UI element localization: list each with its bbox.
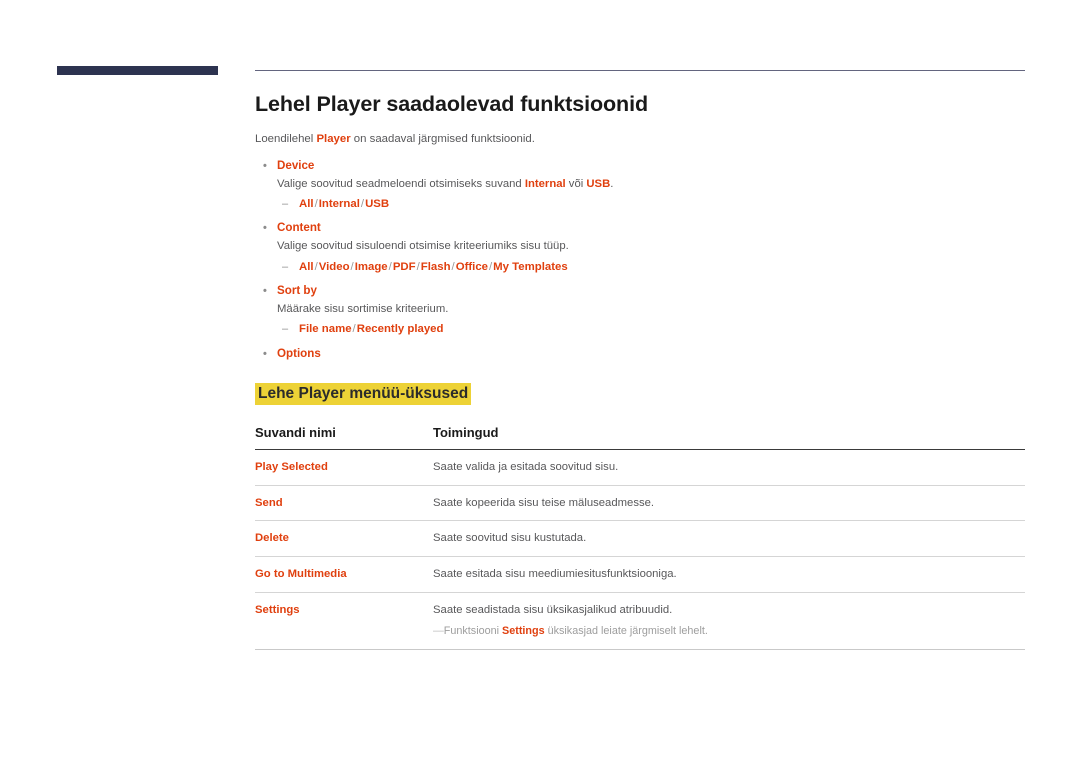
table-cell-description: Saate esitada sisu meediumiesitusfunktsi…	[433, 556, 1025, 594]
feature-name: Content	[277, 221, 321, 235]
table-cell-option-name: Delete	[255, 520, 433, 558]
feature-item-options: • Options	[255, 345, 1025, 363]
feature-name-row: • Device	[255, 157, 1025, 175]
feature-description: Määrake sisu sortimise kriteerium.	[277, 302, 449, 315]
option-value: Flash	[420, 260, 451, 273]
table-row: Go to Multimedia Saate esitada sisu meed…	[255, 556, 1025, 594]
navy-accent-bar	[57, 66, 218, 75]
table-header-row: Suvandi nimi Toimingud	[255, 424, 1025, 450]
desc-text-pre: Valige soovitud seadmeloendi otsimiseks …	[277, 177, 525, 190]
feature-name: Device	[277, 158, 315, 172]
option-value: Internal	[318, 198, 360, 211]
feature-list: • Device Valige soovitud seadmeloendi ot…	[255, 157, 1025, 363]
table-cell-description: Saate kopeerida sisu teise mäluseadmesse…	[433, 485, 1025, 522]
table-row: Play Selected Saate valida ja esitada so…	[255, 449, 1025, 486]
feature-description: Valige soovitud seadmeloendi otsimiseks …	[255, 176, 1025, 194]
sub-dash-icon: –	[282, 198, 289, 211]
option-value: Video	[318, 260, 350, 273]
option-value: Image	[354, 260, 388, 273]
table-row: Settings Saate seadistada sisu üksikasja…	[255, 592, 1025, 650]
table-cell-option-name: Settings	[255, 592, 433, 650]
intro-prefix: Loendilehel	[255, 132, 317, 145]
note-text-pre: Funktsiooni	[443, 625, 503, 638]
table-cell-description-settings: Saate seadistada sisu üksikasjalikud atr…	[433, 592, 1025, 650]
bullet-icon: •	[263, 347, 267, 360]
menu-items-table: Suvandi nimi Toimingud Play Selected Saa…	[255, 424, 1025, 650]
note-term-settings: Settings	[502, 625, 545, 638]
option-value: My Templates	[493, 260, 568, 273]
page-title: Lehel Player saadaolevad funktsioonid	[255, 92, 648, 116]
feature-name-row: • Sort by	[255, 282, 1025, 300]
header-horizontal-rule	[255, 70, 1025, 71]
table-cell-option-name: Go to Multimedia	[255, 556, 433, 594]
table-row: Delete Saate soovitud sisu kustutada.	[255, 520, 1025, 558]
option-value: All	[299, 260, 314, 273]
feature-item-device: • Device Valige soovitud seadmeloendi ot…	[255, 157, 1025, 214]
table-cell-description: Saate soovitud sisu kustutada.	[433, 520, 1025, 558]
option-value: USB	[365, 198, 390, 211]
table-header-actions: Toimingud	[433, 424, 1025, 450]
desc-term-internal: Internal	[524, 177, 566, 190]
page-header-decoration	[0, 0, 1080, 90]
feature-options-row: – All/Video/Image/PDF/Flash/Office/My Te…	[255, 259, 1025, 276]
intro-suffix: on saadaval järgmised funktsioonid.	[350, 132, 535, 145]
table-header-option-name: Suvandi nimi	[255, 424, 433, 450]
feature-options-row: – All/Internal/USB	[255, 196, 1025, 213]
note-dash-icon: ―	[433, 625, 444, 638]
feature-description: Valige soovitud sisuloendi otsimise krit…	[277, 240, 569, 253]
sub-dash-icon: –	[282, 323, 289, 336]
bullet-icon: •	[263, 284, 267, 297]
feature-name-row: • Content	[255, 219, 1025, 237]
settings-description-text: Saate seadistada sisu üksikasjalikud atr…	[433, 604, 673, 617]
desc-text-mid: või	[565, 177, 587, 190]
sub-dash-icon: –	[282, 260, 289, 273]
intro-paragraph: Loendilehel Player on saadaval järgmised…	[255, 131, 1025, 148]
table-row: Send Saate kopeerida sisu teise mälusead…	[255, 485, 1025, 522]
section-title-highlight: Lehe Player menüü-üksused	[255, 382, 472, 405]
table-cell-option-name: Send	[255, 485, 433, 522]
section-title: Lehe Player menüü-üksused	[255, 382, 1025, 405]
note-text-post: üksikasjad leiate järgmiselt lehelt.	[544, 625, 708, 638]
feature-name: Sort by	[277, 283, 317, 297]
feature-item-content: • Content Valige soovitud sisuloendi ots…	[255, 219, 1025, 276]
page-content: Lehel Player saadaolevad funktsioonid Lo…	[255, 92, 1025, 650]
settings-note: ―Funktsiooni Settings üksikasjad leiate …	[433, 624, 1025, 640]
option-value: Recently played	[356, 323, 444, 336]
desc-term-usb: USB	[586, 177, 611, 190]
feature-item-sort-by: • Sort by Määrake sisu sortimise kriteer…	[255, 282, 1025, 339]
table-cell-description: Saate valida ja esitada soovitud sisu.	[433, 449, 1025, 486]
option-value: File name	[299, 323, 352, 336]
desc-text-post: .	[610, 177, 614, 190]
bullet-icon: •	[263, 222, 267, 235]
option-value: Office	[455, 260, 488, 273]
intro-term-player: Player	[316, 132, 351, 145]
feature-name: Options	[277, 346, 321, 360]
option-value: PDF	[392, 260, 416, 273]
feature-options-row: – File name/Recently played	[255, 321, 1025, 338]
table-cell-option-name: Play Selected	[255, 449, 433, 486]
option-value: All	[299, 198, 314, 211]
feature-name-row: • Options	[255, 345, 1025, 363]
bullet-icon: •	[263, 159, 267, 172]
